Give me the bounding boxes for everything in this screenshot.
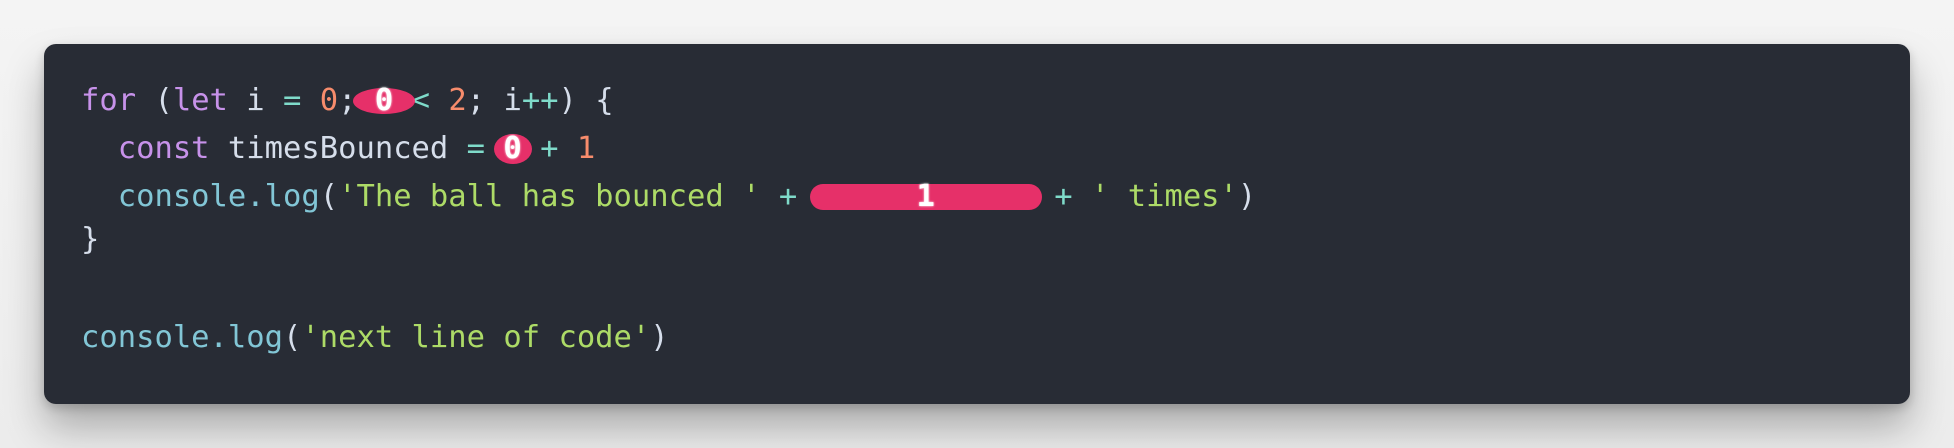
string-times: ' times' [1091,179,1238,214]
keyword-for: for [81,83,137,118]
number-two: 2 [448,83,467,118]
variable-i: i [503,83,522,118]
code-line-close-brace: } [81,220,99,260]
string-the-ball-has-bounced: 'The ball has bounced ' [338,179,761,214]
string-next-line-of-code: 'next line of code' [301,320,651,355]
paren-close-brace: ) { [558,83,614,118]
code-block: for (let i = 0; 0 < 2; i++) { const time… [44,44,1910,404]
semicolon: ; [466,83,504,118]
annotation-scribble: 0 [493,129,532,169]
annotation-value: 1 [916,179,935,214]
annotation-value: 0 [374,83,394,118]
paren-open: ( [319,179,339,214]
annotation-scribble: 0 [353,81,416,121]
function-console-log: console.log [81,320,283,355]
operator-assign: = [466,131,486,166]
variable-times-bounced: timesBounced [209,131,467,166]
annotation-value: 0 [503,131,522,166]
code-line-const: const timesBounced = 0 + 1 [81,129,596,169]
operator-plus: + [760,179,816,214]
operator-increment: ++ [521,83,559,118]
variable-i: i [227,83,284,118]
annotation-scribble: 1 [809,177,1042,217]
paren-open: ( [136,83,173,118]
paren-close: ) [1237,179,1257,214]
code-line-console-log-bounced: console.log('The ball has bounced ' + 1 … [81,177,1257,217]
code-line-for-loop: for (let i = 0; 0 < 2; i++) { [81,81,614,121]
number-zero: 0 [301,83,339,118]
number-one: 1 [576,131,596,166]
keyword-let: let [172,83,228,118]
brace-close: } [81,222,100,257]
paren-close: ) [650,320,669,355]
function-console-log: console.log [117,179,320,214]
paren-open: ( [283,320,302,355]
operator-assign: = [283,83,302,118]
code-line-console-log-next: console.log('next line of code') [81,318,669,358]
keyword-const: const [117,131,210,166]
operator-plus: + [1035,179,1091,214]
